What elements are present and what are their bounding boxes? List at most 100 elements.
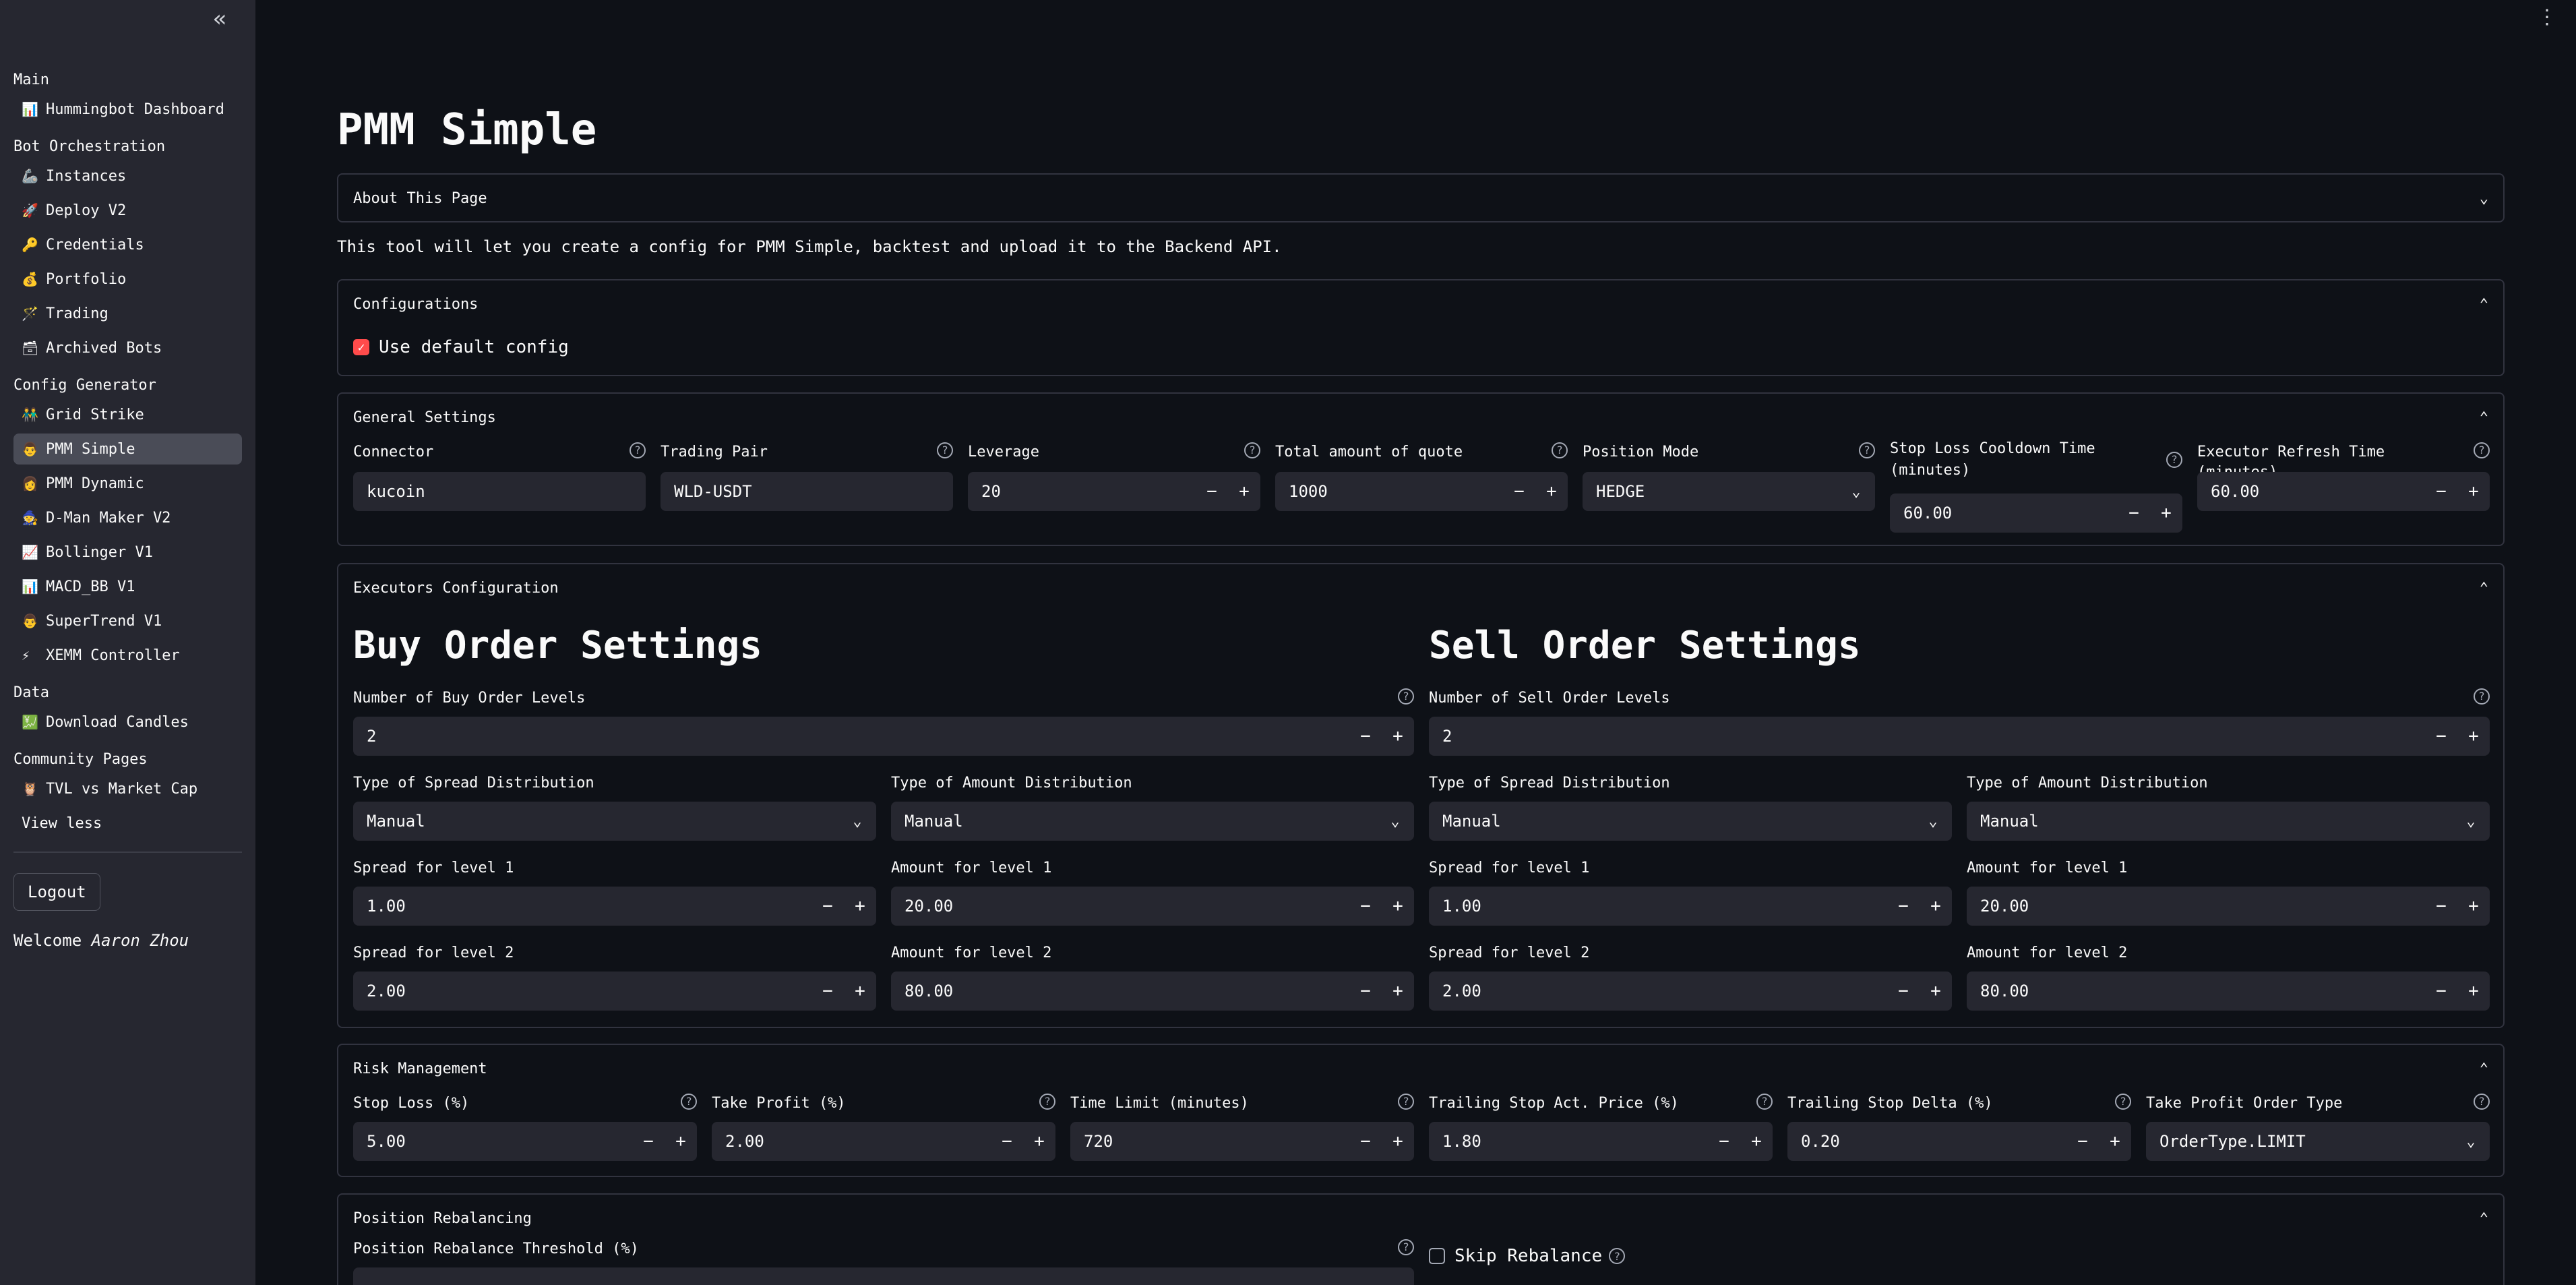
sidebar-item-trading[interactable]: 🪄 Trading [13, 298, 242, 329]
logout-button[interactable]: Logout [13, 873, 100, 911]
sidebar-item-bollinger[interactable]: 📈 Bollinger V1 [13, 537, 242, 568]
sidebar-item-credentials[interactable]: 🔑 Credentials [13, 229, 242, 260]
decrement-button[interactable]: − [2425, 717, 2457, 756]
position-rebalancing-header[interactable]: Position Rebalancing ⌃ [338, 1195, 2503, 1242]
decrement-button[interactable]: − [2066, 1122, 2099, 1161]
increment-button[interactable]: + [1920, 972, 1952, 1011]
decrement-button[interactable]: − [1196, 472, 1228, 511]
increment-button[interactable]: + [844, 887, 876, 926]
help-icon[interactable]: ? [1398, 688, 1414, 705]
help-icon[interactable]: ? [1609, 1248, 1626, 1264]
increment-button[interactable]: + [1382, 887, 1414, 926]
collapse-sidebar-icon[interactable]: « [213, 5, 226, 32]
position-mode-select[interactable]: HEDGE ⌄ [1583, 472, 1875, 511]
help-icon[interactable]: ? [2166, 452, 2182, 468]
help-icon[interactable]: ? [2115, 1094, 2131, 1110]
increment-button[interactable]: + [1535, 472, 1568, 511]
increment-button[interactable]: + [1382, 1122, 1414, 1161]
configurations-header[interactable]: Configurations ⌃ [338, 280, 2503, 328]
increment-button[interactable]: + [1382, 972, 1414, 1011]
skip-rebalance-checkbox[interactable]: Skip Rebalance ? [1429, 1246, 1626, 1266]
sidebar-item-deploy[interactable]: 🚀 Deploy V2 [13, 195, 242, 226]
help-icon[interactable]: ? [2474, 688, 2490, 705]
about-expander[interactable]: About This Page ⌄ [337, 173, 2505, 222]
time-limit-input[interactable]: 720 − + [1070, 1122, 1414, 1161]
sell-amount1-input[interactable]: 20.00 − + [1967, 887, 2490, 926]
sidebar-item-download-candles[interactable]: 💹 Download Candles [13, 707, 242, 738]
sell-spread2-input[interactable]: 2.00 − + [1429, 972, 1952, 1011]
decrement-button[interactable]: − [2118, 494, 2150, 533]
decrement-button[interactable]: − [2425, 887, 2457, 926]
decrement-button[interactable]: − [1349, 1122, 1382, 1161]
help-icon[interactable]: ? [2474, 1094, 2490, 1110]
help-icon[interactable]: ? [937, 442, 953, 458]
buy-spread2-input[interactable]: 2.00 − + [353, 972, 876, 1011]
help-icon[interactable]: ? [1398, 1094, 1414, 1110]
increment-button[interactable]: + [1023, 1122, 1055, 1161]
help-icon[interactable]: ? [1244, 442, 1260, 458]
trailing-activation-input[interactable]: 1.80 − + [1429, 1122, 1773, 1161]
sell-levels-input[interactable]: 2 − + [1429, 717, 2490, 756]
increment-button[interactable]: + [1228, 472, 1260, 511]
increment-button[interactable]: + [1740, 1122, 1773, 1161]
sell-spread1-input[interactable]: 1.00 − + [1429, 887, 1952, 926]
decrement-button[interactable]: − [1503, 472, 1535, 511]
increment-button[interactable]: + [2457, 972, 2490, 1011]
help-icon[interactable]: ? [1039, 1094, 1055, 1110]
sidebar-item-tvl[interactable]: 🦉 TVL vs Market Cap [13, 773, 242, 804]
total-quote-input[interactable]: 1000 − + [1275, 472, 1568, 511]
decrement-button[interactable]: − [1887, 972, 1920, 1011]
increment-button[interactable]: + [2150, 494, 2182, 533]
decrement-button[interactable]: − [1708, 1122, 1740, 1161]
decrement-button[interactable]: − [632, 1122, 665, 1161]
buy-levels-input[interactable]: 2 − + [353, 717, 1414, 756]
sell-amount2-input[interactable]: 80.00 − + [1967, 972, 2490, 1011]
sidebar-item-macd[interactable]: 📊 MACD_BB V1 [13, 571, 242, 602]
help-icon[interactable]: ? [1756, 1094, 1773, 1110]
decrement-button[interactable]: − [1887, 887, 1920, 926]
risk-management-header[interactable]: Risk Management ⌃ [338, 1045, 2503, 1092]
increment-button[interactable]: + [844, 972, 876, 1011]
increment-button[interactable]: + [2457, 887, 2490, 926]
general-settings-header[interactable]: General Settings ⌃ [338, 394, 2503, 441]
decrement-button[interactable]: − [2425, 472, 2457, 511]
trailing-delta-input[interactable]: 0.20 − + [1787, 1122, 2131, 1161]
sidebar-item-pmm-simple[interactable]: 👨 PMM Simple [13, 434, 242, 465]
sidebar-item-dman[interactable]: 🧙 D-Man Maker V2 [13, 502, 242, 533]
executors-header[interactable]: Executors Configuration ⌃ [338, 564, 2503, 611]
sell-amount-dist-select[interactable]: Manual ⌄ [1967, 802, 2490, 841]
help-icon[interactable]: ? [1859, 442, 1875, 458]
buy-amount2-input[interactable]: 80.00 − + [891, 972, 1414, 1011]
view-less-link[interactable]: View less [13, 808, 242, 838]
help-icon[interactable]: ? [681, 1094, 697, 1110]
help-icon[interactable]: ? [1552, 442, 1568, 458]
stop-loss-input[interactable]: 5.00 − + [353, 1122, 697, 1161]
use-default-config-checkbox[interactable]: ✓ Use default config [353, 337, 569, 357]
decrement-button[interactable]: − [2425, 972, 2457, 1011]
decrement-button[interactable]: − [811, 887, 844, 926]
sidebar-item-pmm-dynamic[interactable]: 👩 PMM Dynamic [13, 468, 242, 499]
help-icon[interactable]: ? [2474, 442, 2490, 458]
sidebar-item-portfolio[interactable]: 💰 Portfolio [13, 264, 242, 295]
buy-amount-dist-select[interactable]: Manual ⌄ [891, 802, 1414, 841]
buy-amount1-input[interactable]: 20.00 − + [891, 887, 1414, 926]
sidebar-item-instances[interactable]: 🦾 Instances [13, 160, 242, 191]
connector-input[interactable]: kucoin [353, 472, 646, 511]
tp-order-type-select[interactable]: OrderType.LIMIT ⌄ [2146, 1122, 2490, 1161]
main-menu-icon[interactable]: ⋮ [2537, 5, 2557, 29]
sell-spread-dist-select[interactable]: Manual ⌄ [1429, 802, 1952, 841]
buy-spread1-input[interactable]: 1.00 − + [353, 887, 876, 926]
increment-button[interactable]: + [2457, 472, 2490, 511]
decrement-button[interactable]: − [991, 1122, 1023, 1161]
increment-button[interactable]: + [1382, 717, 1414, 756]
sidebar-item-dashboard[interactable]: 📊 Hummingbot Dashboard [13, 94, 242, 125]
increment-button[interactable]: + [665, 1122, 697, 1161]
sidebar-item-xemm[interactable]: ⚡ XEMM Controller [13, 640, 242, 671]
buy-spread-dist-select[interactable]: Manual ⌄ [353, 802, 876, 841]
trading-pair-input[interactable]: WLD-USDT [661, 472, 953, 511]
sl-cooldown-input[interactable]: 60.00 − + [1890, 494, 2182, 533]
decrement-button[interactable]: − [811, 972, 844, 1011]
decrement-button[interactable]: − [1349, 717, 1382, 756]
increment-button[interactable]: + [2099, 1122, 2131, 1161]
increment-button[interactable]: + [2457, 717, 2490, 756]
